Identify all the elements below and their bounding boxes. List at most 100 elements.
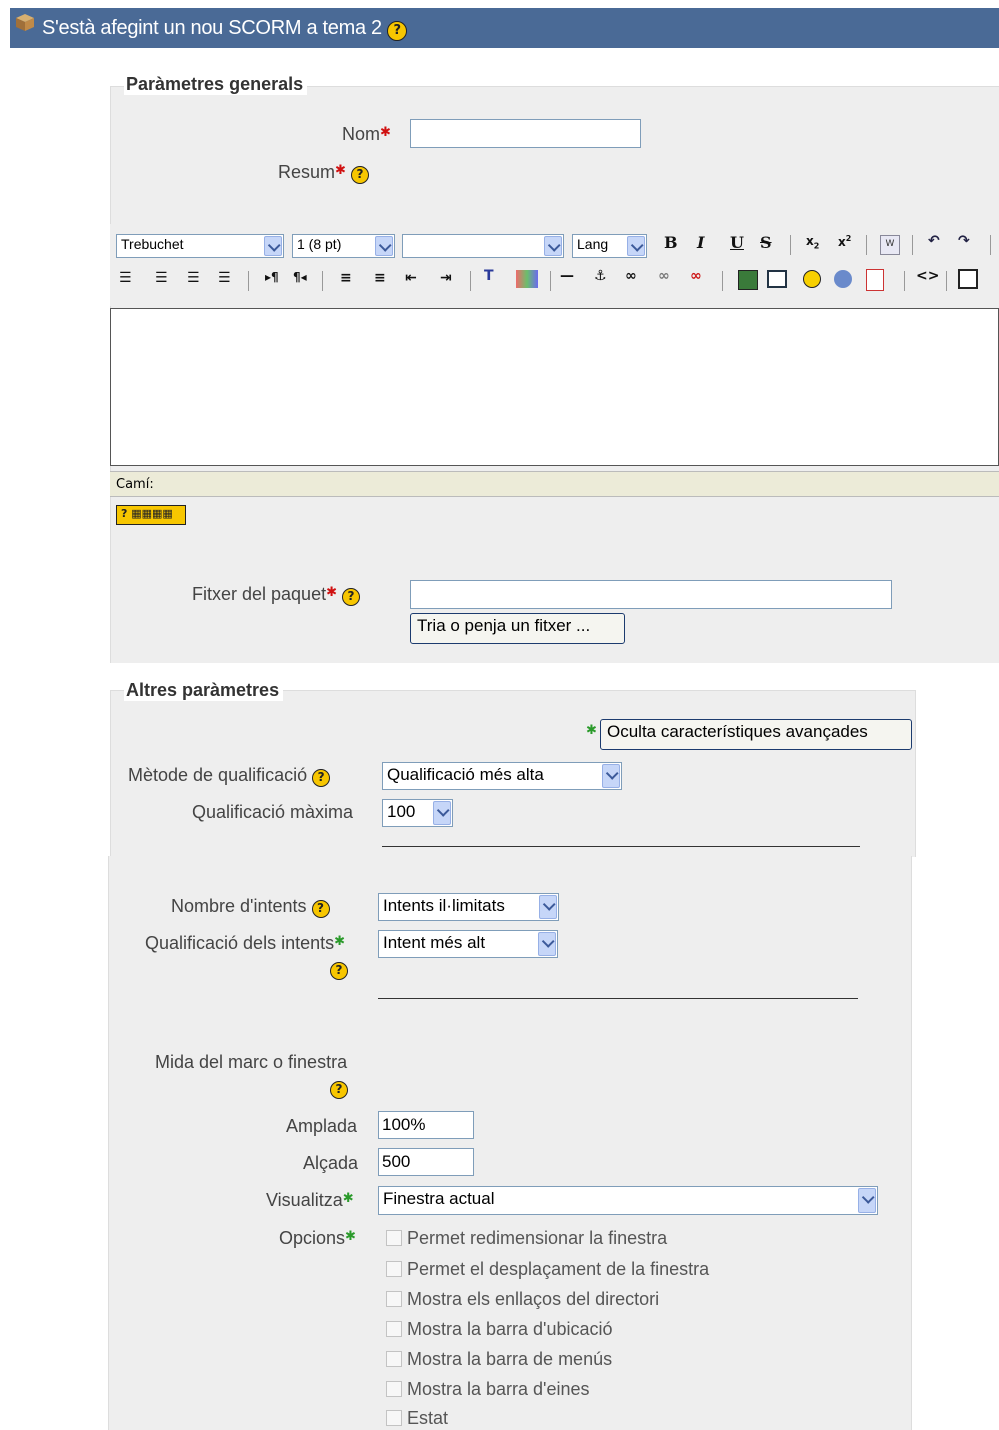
package-input[interactable] [410,580,892,609]
justify-icon[interactable]: ☰ [218,270,231,286]
advanced-required-mark: ✱ [586,723,597,738]
ordered-list-icon[interactable]: ≡ [340,270,352,286]
nolink-icon[interactable]: ∞ [690,268,702,284]
height-input[interactable] [378,1148,474,1176]
attempt-grading-label: Qualificació dels intents✱ [145,933,346,953]
path-label: Camí: [116,477,154,492]
option-label: Mostra la barra de menús [407,1349,613,1369]
image-icon[interactable] [738,270,758,290]
help-icon[interactable] [350,166,369,184]
link-icon[interactable]: ∞ [625,268,637,284]
general-legend: Paràmetres generals [124,74,308,95]
editor-path-bar: Camí: [110,471,999,497]
package-label: Fitxer del paquet✱ [192,584,360,606]
name-label: Nom✱ [342,124,391,144]
help-icon[interactable] [330,962,348,980]
background-color-icon[interactable] [516,270,538,288]
toolbar-separator [790,235,791,255]
toolbar-separator [866,235,867,255]
max-grade-select[interactable]: 100 [382,799,453,827]
outdent-icon[interactable]: ⇤ [405,270,417,286]
superscript-icon[interactable]: x2 [838,234,851,249]
divider [378,998,858,999]
style-select[interactable] [402,234,564,258]
align-right-icon[interactable]: ☰ [187,270,200,286]
grading-method-label: Mètode de qualificació [128,765,331,787]
smiley-icon[interactable] [803,270,821,288]
attempt-grading-select[interactable]: Intent més alt [378,930,558,958]
hide-advanced-button[interactable]: Oculta característiques avançades [600,719,912,750]
lang-select[interactable]: Lang [572,234,647,258]
paste-word-icon[interactable]: W [880,235,900,255]
fullscreen-icon[interactable] [958,269,978,289]
choose-file-button[interactable]: Tria o penja un fitxer ... [410,613,625,644]
option-checkbox[interactable] [386,1321,402,1337]
help-icon[interactable] [311,900,330,918]
attempts-label: Nombre d'intents [171,896,330,918]
font-select[interactable]: Trebuchet [116,234,284,258]
option-label: Permet el desplaçament de la finestra [407,1259,710,1279]
subscript-icon[interactable]: x2 [806,234,819,250]
indent-icon[interactable]: ⇥ [440,270,452,286]
align-center-icon[interactable]: ☰ [155,270,168,286]
option-label: Mostra els enllaços del directori [407,1289,660,1309]
option-checkbox[interactable] [386,1291,402,1307]
unordered-list-icon[interactable]: ≡ [374,270,386,286]
toolbar-separator [722,271,723,291]
special-char-icon[interactable] [834,270,852,288]
width-label: Amplada [286,1116,358,1136]
name-input[interactable] [410,119,641,148]
option-checkbox[interactable] [386,1351,402,1367]
help-icon[interactable] [330,1081,348,1099]
scorm-icon [14,12,36,32]
page-title: S'està afegint un nou SCORM a tema 2 [42,17,408,41]
undo-icon[interactable]: ↶ [928,233,940,249]
option-label: Permet redimensionar la finestra [407,1228,668,1248]
attempts-select[interactable]: Intents il·limitats [378,893,559,921]
frame-size-label: Mida del marc o finestra [155,1052,348,1072]
option-label: Mostra la barra d'eines [407,1379,590,1399]
italic-icon[interactable]: I [697,233,704,252]
option-label: Estat [407,1408,449,1428]
toolbar-separator [904,271,905,291]
text-color-icon[interactable]: T [484,268,494,284]
toolbar-separator [550,271,551,291]
width-input[interactable] [378,1111,474,1139]
keyboard-help-icon[interactable]: ? ▦▦▦▦ [116,505,186,525]
ltr-icon[interactable]: ▸¶ [265,270,279,284]
anchor-icon[interactable]: ⚓ [594,268,607,284]
option-checkbox[interactable] [386,1230,402,1246]
toolbar-separator [248,271,249,291]
option-checkbox[interactable] [386,1261,402,1277]
toolbar-separator [470,271,471,291]
table-icon[interactable] [767,270,787,288]
underline-icon[interactable]: U [730,233,744,252]
align-left-icon[interactable]: ☰ [119,270,132,286]
option-checkbox[interactable] [386,1410,402,1426]
display-label: Visualitza✱ [266,1190,354,1210]
redo-icon[interactable]: ↷ [958,233,970,249]
rtl-icon[interactable]: ¶◂ [293,270,307,284]
toolbar-separator [990,235,991,255]
size-select[interactable]: 1 (8 pt) [292,234,395,258]
help-icon[interactable] [342,588,360,606]
grading-method-select[interactable]: Qualificació més alta [382,762,622,790]
options-label: Opcions✱ [279,1228,356,1248]
option-label: Mostra la barra d'ubicació [407,1319,613,1339]
horizontal-rule-icon[interactable]: — [560,268,574,284]
display-select[interactable]: Finestra actual [378,1186,878,1215]
help-icon[interactable] [312,769,331,787]
bold-icon[interactable]: B [664,233,678,252]
summary-label: Resum✱ [278,162,369,184]
help-icon[interactable] [387,21,408,41]
toolbar-separator [912,235,913,255]
unlink-icon[interactable]: ∞ [658,268,670,284]
editor-area[interactable] [110,308,999,466]
option-checkbox[interactable] [386,1381,402,1397]
html-source-icon[interactable]: <> [916,268,939,284]
find-replace-icon[interactable] [866,269,884,291]
strikethrough-icon[interactable]: S [760,233,772,252]
toolbar-separator [946,271,947,291]
divider [382,846,860,847]
max-grade-label: Qualificació màxima [192,802,354,822]
